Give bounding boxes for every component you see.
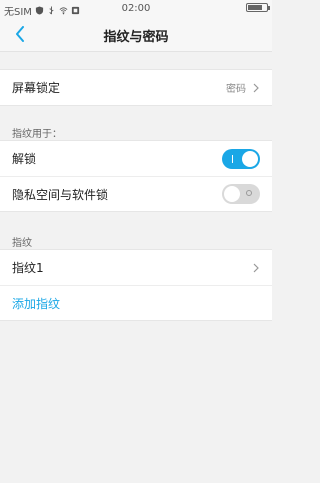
unlock-row: 解锁 [0, 141, 272, 176]
status-time: 02:00 [121, 3, 151, 14]
unlock-label: 解锁 [12, 152, 37, 166]
privacy-space-row: 隐私空间与软件锁 [0, 176, 272, 211]
add-fingerprint-row[interactable]: 添加指纹 [0, 285, 272, 320]
fingerprint-item-row[interactable]: 指纹1 [0, 250, 272, 285]
toggle-on-mark-icon [232, 154, 233, 163]
screen-lock-value: 密码 [226, 84, 246, 95]
status-right [246, 3, 270, 12]
screen-lock-card: 屏幕锁定 密码 [0, 69, 272, 106]
screen-lock-label: 屏幕锁定 [12, 81, 61, 95]
toggle-off-mark-icon [246, 190, 252, 196]
page-title: 指纹与密码 [103, 30, 169, 45]
fingerprint-item-label: 指纹1 [12, 261, 44, 275]
toggle-knob [224, 186, 240, 202]
battery-icon [246, 3, 270, 12]
screen-lock-row[interactable]: 屏幕锁定 密码 [0, 70, 272, 105]
app-header: 指纹与密码 [0, 18, 272, 52]
chevron-right-icon [253, 263, 259, 272]
fingerprints-card: 指纹1 添加指纹 [0, 249, 272, 321]
fingerprints-section-label: 指纹 [12, 238, 32, 249]
fingerprint-usage-section-label: 指纹用于： [12, 129, 62, 140]
add-fingerprint-link[interactable]: 添加指纹 [12, 295, 60, 312]
status-bar: 无SIM 02:00 [0, 0, 272, 18]
privacy-space-toggle[interactable] [222, 184, 260, 204]
chevron-right-icon [253, 83, 259, 92]
unlock-toggle[interactable] [222, 148, 260, 169]
fingerprint-usage-card: 解锁 隐私空间与软件锁 [0, 140, 272, 212]
privacy-space-label: 隐私空间与软件锁 [12, 187, 109, 202]
toggle-knob [242, 150, 258, 167]
